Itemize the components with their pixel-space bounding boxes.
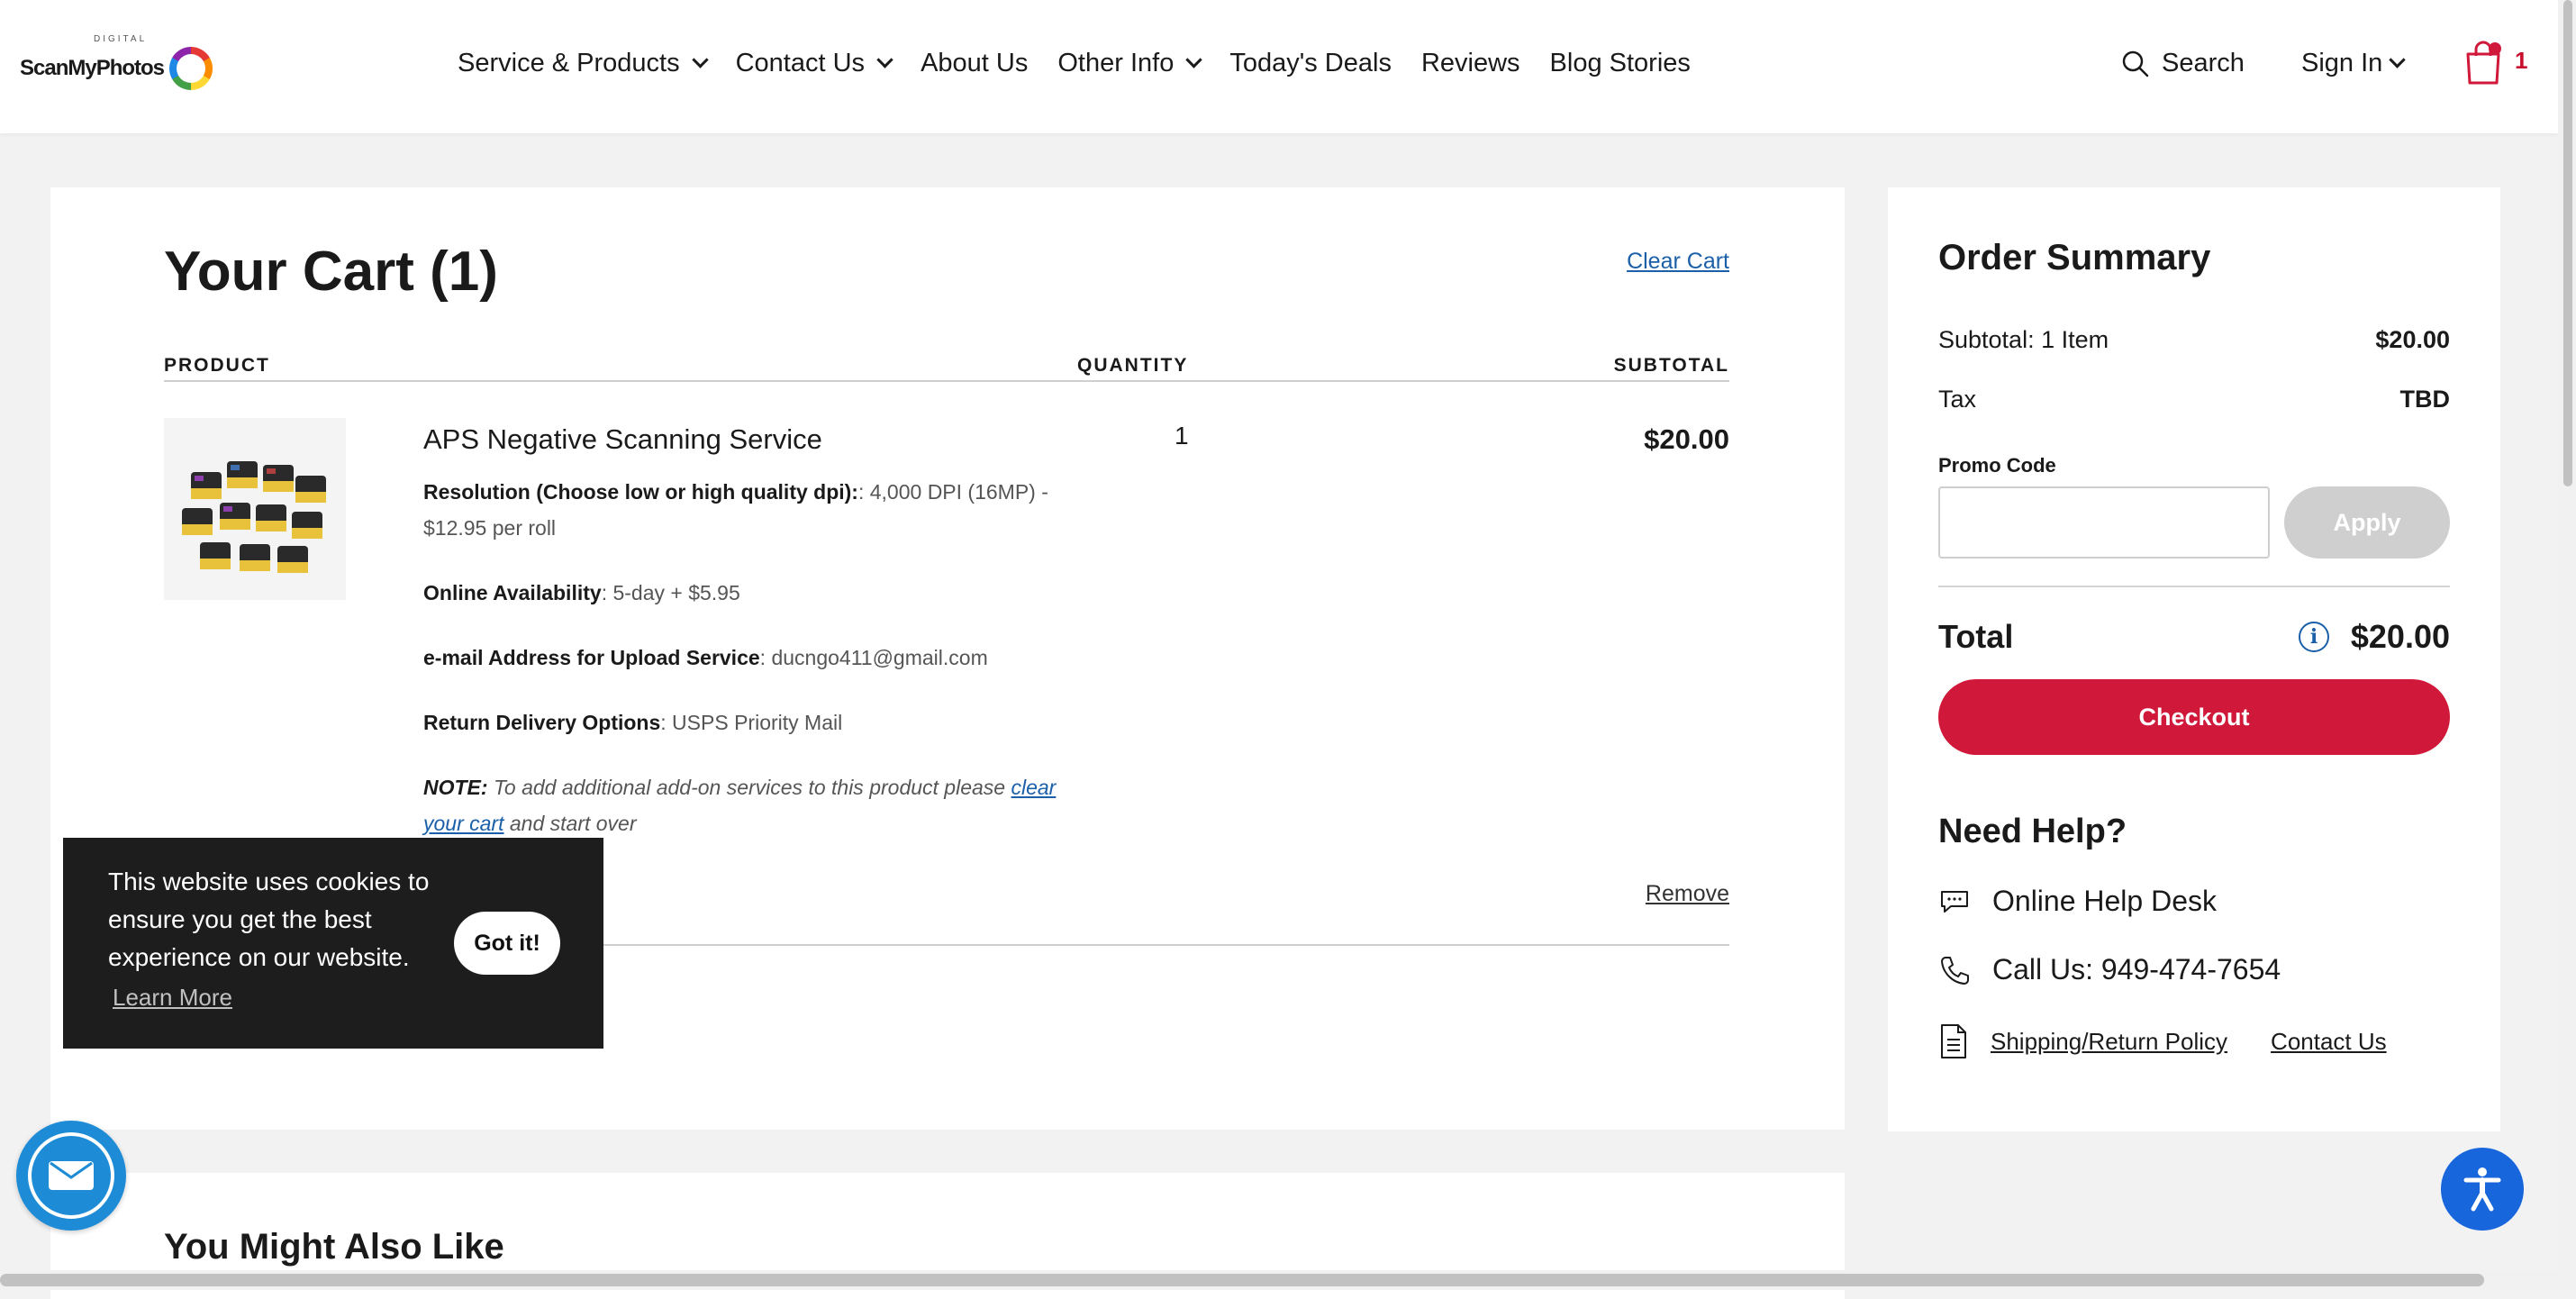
nav-reviews[interactable]: Reviews	[1421, 49, 1520, 78]
nav-about-us[interactable]: About Us	[921, 49, 1028, 78]
contact-us-link[interactable]: Contact Us	[2271, 1028, 2387, 1056]
remove-item-link[interactable]: Remove	[1646, 881, 1729, 907]
cart-count-badge[interactable]: 1	[2515, 47, 2527, 75]
nav-label: Reviews	[1420, 49, 1520, 77]
product-image[interactable]	[164, 418, 346, 600]
chevron-down-icon	[1185, 51, 1203, 68]
nav-label: Contact Us	[735, 49, 866, 77]
nav-label: Today's Deals	[1229, 49, 1392, 77]
nav-service-products[interactable]: Service & Products	[458, 49, 709, 78]
sign-in-button[interactable]: Sign In	[2301, 49, 2406, 78]
chevron-down-icon	[691, 51, 709, 68]
sign-in-label: Sign In	[2301, 49, 2383, 77]
got-it-button[interactable]: Got it!	[454, 912, 560, 975]
nav-label: Other Info	[1057, 49, 1175, 77]
option-label: Online Availability	[423, 581, 602, 604]
column-header-product: PRODUCT	[164, 355, 270, 376]
option-value: : ducngo411@gmail.com	[759, 646, 988, 669]
logo-ring-icon	[169, 47, 213, 90]
order-summary-panel: Order Summary Subtotal: 1 Item $20.00 Ta…	[1888, 187, 2500, 1131]
tax-label: Tax	[1938, 386, 1977, 413]
total-label: Total	[1938, 618, 2014, 655]
subtotal-label: Subtotal: 1 Item	[1938, 326, 2109, 353]
film-canisters-image	[182, 461, 326, 573]
shopping-bag-icon[interactable]	[2463, 40, 2504, 86]
promo-code-label: Promo Code	[1938, 454, 2056, 477]
option-resolution: Resolution (Choose low or high quality d…	[423, 474, 1072, 546]
main-nav: Service & Products Contact Us About Us O…	[458, 49, 1720, 78]
note-end: and start over	[503, 812, 637, 835]
need-help-title: Need Help?	[1938, 813, 2127, 850]
horizontal-scrollbar-thumb[interactable]	[0, 1274, 2484, 1286]
nav-contact-us[interactable]: Contact Us	[735, 49, 893, 78]
subtotal-value: $20.00	[2375, 326, 2450, 353]
apply-promo-button[interactable]: Apply	[2284, 486, 2450, 559]
summary-divider	[1938, 586, 2450, 587]
total-value: $20.00	[2350, 618, 2450, 655]
document-icon	[1941, 1024, 1966, 1058]
logo-subtext: DIGITAL	[94, 34, 148, 44]
mail-icon	[49, 1161, 94, 1190]
product-options: Resolution (Choose low or high quality d…	[423, 474, 1072, 841]
chevron-down-icon	[2389, 51, 2406, 68]
accessibility-button[interactable]	[2441, 1148, 2524, 1231]
nav-label: Service & Products	[458, 49, 680, 77]
search-icon	[2122, 50, 2149, 77]
nav-label: Blog Stories	[1549, 49, 1691, 77]
nav-label: About Us	[921, 49, 1029, 77]
nav-todays-deals[interactable]: Today's Deals	[1229, 49, 1392, 78]
nav-other-info[interactable]: Other Info	[1057, 49, 1203, 78]
cookie-banner: This website uses cookies to ensure you …	[63, 838, 603, 1049]
search-button[interactable]: Search	[2122, 49, 2245, 78]
checkout-button[interactable]: Checkout	[1938, 679, 2450, 755]
phone-icon	[1941, 956, 1969, 985]
product-note: NOTE: To add additional add-on services …	[423, 769, 1072, 841]
option-label: Return Delivery Options	[423, 711, 661, 734]
note-text: To add additional add-on services to thi…	[487, 776, 1011, 799]
cookie-message: This website uses cookies to ensure you …	[108, 868, 430, 971]
option-email: e-mail Address for Upload Service: ducng…	[423, 640, 1072, 676]
quantity-value: 1	[1175, 422, 1189, 450]
online-help-desk-label: Online Help Desk	[1992, 885, 2217, 917]
tax-value: TBD	[2399, 386, 2451, 413]
order-summary-title: Order Summary	[1938, 238, 2211, 277]
shipping-return-policy-link[interactable]: Shipping/Return Policy	[1991, 1028, 2227, 1056]
tax-row: Tax TBD	[1938, 386, 2450, 413]
option-value: : 5-day + $5.95	[601, 581, 740, 604]
note-label: NOTE:	[423, 776, 488, 799]
column-header-subtotal: SUBTOTAL	[1613, 355, 1729, 376]
clear-cart-link[interactable]: Clear Cart	[1627, 249, 1729, 275]
promo-code-input[interactable]	[1938, 486, 2270, 559]
mail-button[interactable]	[16, 1121, 126, 1231]
subtotal-row: Subtotal: 1 Item $20.00	[1938, 326, 2450, 354]
mail-icon-ring	[28, 1132, 114, 1219]
table-divider	[164, 380, 1729, 382]
logo-text: ScanMyPhotos	[20, 56, 165, 80]
option-label: e-mail Address for Upload Service	[423, 646, 760, 669]
info-icon[interactable]: i	[2299, 622, 2329, 652]
site-logo[interactable]: ScanMyPhotos	[20, 41, 213, 95]
learn-more-link[interactable]: Learn More	[113, 984, 232, 1012]
product-subtotal: $20.00	[1644, 423, 1729, 455]
chat-bubble-icon	[1941, 890, 1968, 913]
site-header: ScanMyPhotos DIGITAL Service & Products …	[0, 0, 2558, 133]
call-us-label: Call Us: 949-474-7654	[1992, 953, 2281, 986]
search-label: Search	[2162, 49, 2245, 77]
nav-blog-stories[interactable]: Blog Stories	[1550, 49, 1691, 78]
accessibility-icon	[2463, 1167, 2501, 1212]
column-header-quantity: QUANTITY	[1077, 355, 1189, 376]
option-value: : USPS Priority Mail	[660, 711, 843, 734]
call-us-link[interactable]: Call Us: 949-474-7654	[1938, 953, 2281, 986]
option-availability: Online Availability: 5-day + $5.95	[423, 575, 1072, 611]
option-delivery: Return Delivery Options: USPS Priority M…	[423, 704, 1072, 740]
also-like-title: You Might Also Like	[164, 1227, 504, 1267]
chevron-down-icon	[876, 51, 893, 68]
option-label: Resolution (Choose low or high quality d…	[423, 480, 858, 504]
online-help-desk-link[interactable]: Online Help Desk	[1938, 885, 2217, 918]
help-links: Shipping/Return Policy Contact Us	[1938, 1023, 2430, 1059]
product-name[interactable]: APS Negative Scanning Service	[423, 423, 822, 456]
vertical-scrollbar-thumb[interactable]	[2563, 0, 2572, 486]
page-title: Your Cart (1)	[164, 241, 498, 303]
